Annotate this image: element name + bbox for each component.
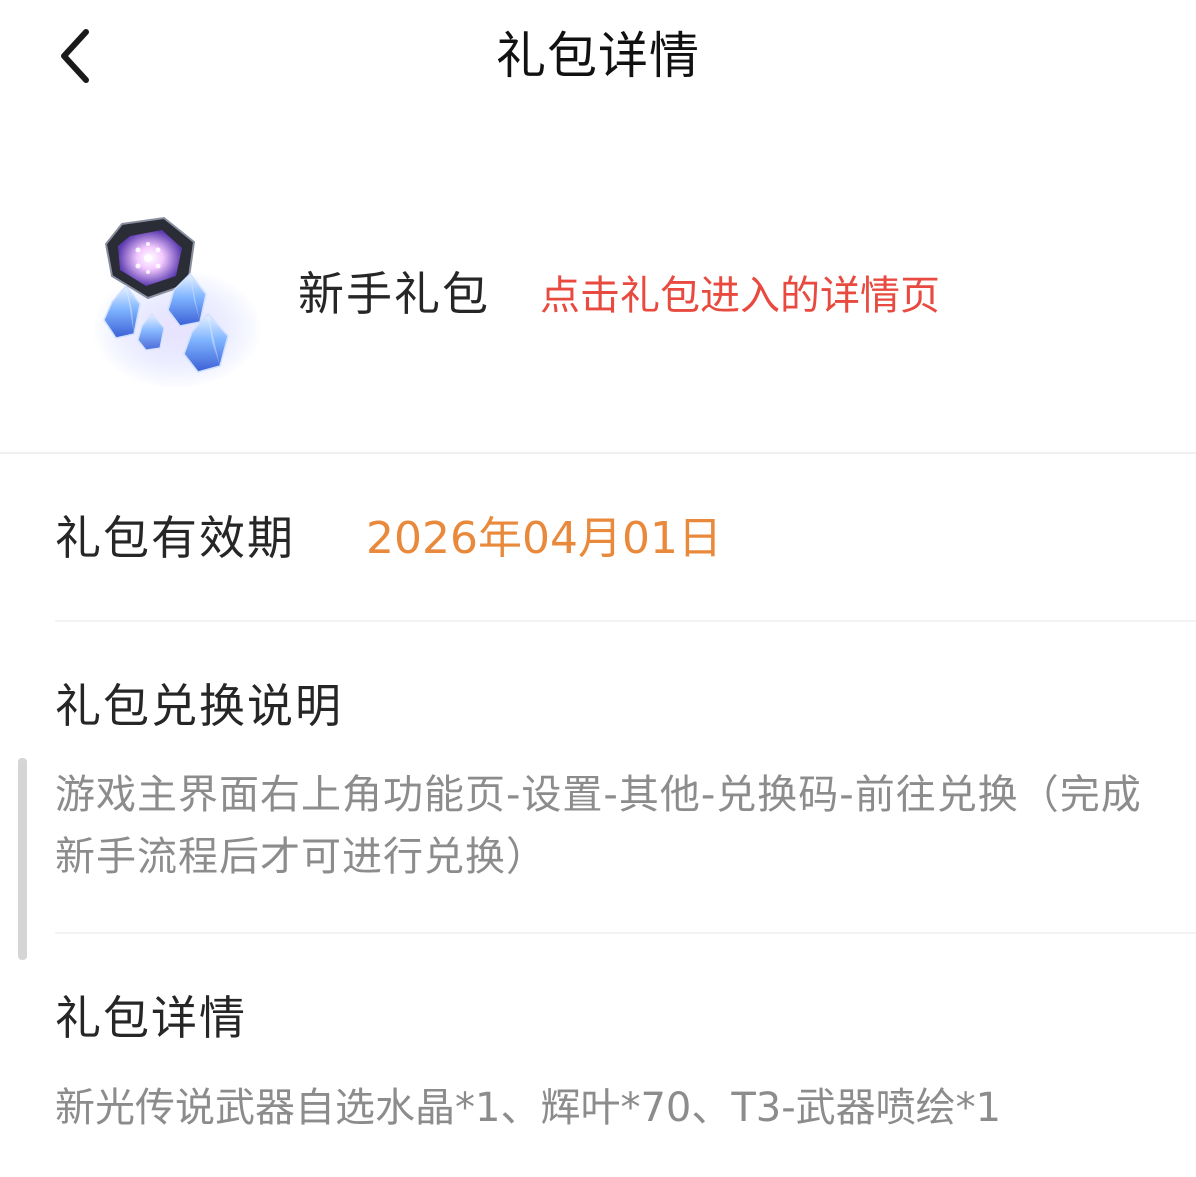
scrollbar[interactable] [18, 758, 27, 960]
gift-hint: 点击礼包进入的详情页 [540, 273, 940, 319]
redeem-instructions: 游戏主界面右上角功能页-设置-其他-兑换码-前往兑换（完成新手流程后才可进行兑换… [55, 772, 1142, 880]
gift-name: 新手礼包 [298, 267, 490, 321]
crystal-gift-icon [82, 214, 262, 394]
row-divider [55, 620, 1196, 622]
details-heading: 礼包详情 [55, 991, 247, 1045]
header: 礼包详情 [0, 0, 1196, 118]
details-content: 新光传说武器自选水晶*1、辉叶*70、T3-武器喷绘*1 [55, 1085, 1002, 1131]
validity-label: 礼包有效期 [55, 511, 295, 565]
page-title: 礼包详情 [496, 27, 700, 85]
validity-date: 2026年04月01日 [366, 513, 722, 564]
section-divider [0, 452, 1196, 454]
row-divider [55, 932, 1196, 934]
gift-summary[interactable]: 新手礼包 点击礼包进入的详情页 [0, 150, 1196, 450]
gift-detail-page: 礼包详情 新手礼包 点击礼包进入的详情页 礼包有效期 2026年04月01日 礼… [0, 0, 1196, 1177]
redeem-heading: 礼包兑换说明 [55, 679, 343, 733]
